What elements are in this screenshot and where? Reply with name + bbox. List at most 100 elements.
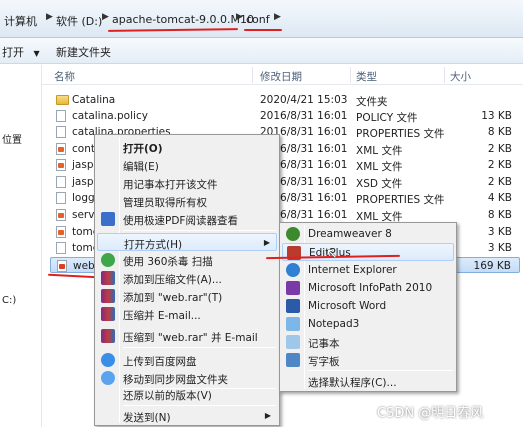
nav-item-location[interactable]: 位置 <box>2 131 22 146</box>
menu-item-360-scan[interactable]: 使用 360杀毒 扫描 <box>97 251 277 269</box>
menu-item-label: Internet Explorer <box>308 264 397 276</box>
table-row[interactable]: catalina.policy 2016/8/31 16:01 POLICY 文… <box>50 108 520 124</box>
file-name: catalina.policy <box>72 110 148 122</box>
file-icon <box>56 126 66 138</box>
menu-item-wordpad[interactable]: 写字板 <box>282 351 454 369</box>
menu-item-open[interactable]: 打开(O) <box>97 138 277 156</box>
menu-item-label: 添加到压缩文件(A)... <box>123 274 222 286</box>
file-type: 文件夹 <box>356 96 388 108</box>
winrar-icon <box>101 271 115 285</box>
column-header-date[interactable]: 修改日期 <box>260 69 302 84</box>
file-icon <box>56 110 66 122</box>
menu-item-label: 使用 360杀毒 扫描 <box>123 256 213 268</box>
file-size: 2 KB <box>487 159 512 171</box>
menu-item-add-archive[interactable]: 添加到压缩文件(A)... <box>97 269 277 287</box>
menu-item-label: 记事本 <box>308 338 340 350</box>
file-size: 2 KB <box>487 176 512 188</box>
menu-item-label: 还原以前的版本(V) <box>123 390 212 402</box>
column-divider[interactable] <box>350 67 351 83</box>
menu-item-internet-explorer[interactable]: Internet Explorer <box>282 261 454 279</box>
file-date: 2020/4/21 15:03 <box>260 94 348 106</box>
infopath-icon <box>286 281 300 295</box>
menu-item-open-notepad[interactable]: 用记事本打开该文件 <box>97 174 277 192</box>
notepad-icon <box>286 335 300 349</box>
navigation-pane[interactable]: 位置 C:) <box>0 65 42 427</box>
context-menu: 打开(O) 编辑(E) 用记事本打开该文件 管理员取得所有权 使用极速PDF阅读… <box>94 134 280 426</box>
notepad3-icon <box>286 317 300 331</box>
menu-item-dreamweaver[interactable]: Dreamweaver 8 <box>282 225 454 243</box>
file-size: 8 KB <box>487 209 512 221</box>
file-icon <box>56 192 66 204</box>
file-type: XML 文件 <box>356 161 403 173</box>
open-button-label: 打开 <box>2 46 24 59</box>
breadcrumb-separator-icon[interactable]: ▶ <box>102 12 109 22</box>
submenu-arrow-icon: ▶ <box>263 238 270 247</box>
menu-item-label: 发送到(N) <box>123 412 171 424</box>
file-name: Catalina <box>72 94 116 106</box>
annotation-underline <box>47 273 99 279</box>
menu-item-notepad3[interactable]: Notepad3 <box>282 315 454 333</box>
menu-item-compress-web-rar-email[interactable]: 压缩到 "web.rar" 并 E-mail <box>97 327 277 345</box>
menu-item-label: 使用极速PDF阅读器查看 <box>123 215 238 227</box>
menu-item-label: Dreamweaver 8 <box>308 228 392 240</box>
menu-item-restore-versions[interactable]: 还原以前的版本(V) <box>97 385 277 403</box>
menu-item-notepad[interactable]: 记事本 <box>282 333 454 351</box>
menu-item-infopath[interactable]: Microsoft InfoPath 2010 <box>282 279 454 297</box>
file-list-header: 名称 修改日期 类型 大小 <box>42 65 523 85</box>
column-header-name[interactable]: 名称 <box>54 69 75 84</box>
menu-item-take-ownership[interactable]: 管理员取得所有权 <box>97 192 277 210</box>
file-size: 8 KB <box>487 126 512 138</box>
submenu-arrow-icon: ▶ <box>264 411 271 420</box>
address-bar[interactable]: 计算机 ▶ 软件 (D:) ▶ apache-tomcat-9.0.0.M10 … <box>0 0 523 38</box>
menu-item-baidu-upload[interactable]: 上传到百度网盘 <box>97 351 277 369</box>
table-row[interactable]: Catalina 2020/4/21 15:03 文件夹 <box>50 92 520 108</box>
file-size: 3 KB <box>487 242 512 254</box>
menu-item-label: 压缩并 E-mail... <box>123 310 201 322</box>
menu-item-compress-email[interactable]: 压缩并 E-mail... <box>97 305 277 323</box>
menu-separator <box>123 405 276 406</box>
menu-item-label: 添加到 "web.rar"(T) <box>123 292 223 304</box>
breadcrumb-separator-icon[interactable]: ▶ <box>236 12 243 22</box>
menu-item-open-with[interactable]: 打开方式(H) ▶ <box>97 233 277 251</box>
menu-item-pdf-reader[interactable]: 使用极速PDF阅读器查看 <box>97 210 277 228</box>
menu-separator <box>123 230 276 231</box>
chevron-down-icon: ▼ <box>33 49 40 58</box>
nav-item-drive-c[interactable]: C:) <box>2 295 16 306</box>
breadcrumb-drive[interactable]: 软件 (D:) <box>56 13 102 29</box>
menu-item-label: 管理员取得所有权 <box>123 197 207 209</box>
open-button[interactable]: 打开 ▼ <box>2 44 40 60</box>
file-size: 2 KB <box>487 143 512 155</box>
column-header-size[interactable]: 大小 <box>450 69 471 84</box>
watermark: CSDN @明日春风 <box>377 406 484 421</box>
menu-item-edit[interactable]: 编辑(E) <box>97 156 277 174</box>
xml-file-icon <box>57 260 67 272</box>
column-divider[interactable] <box>252 67 253 83</box>
menu-item-send-to[interactable]: 发送到(N) ▶ <box>97 407 277 425</box>
file-size: 169 KB <box>473 260 511 272</box>
breadcrumb-separator-icon[interactable]: ▶ <box>274 12 281 22</box>
new-folder-button[interactable]: 新建文件夹 <box>56 44 111 60</box>
winrar-icon <box>101 307 115 321</box>
file-size: 13 KB <box>481 110 512 122</box>
file-date: 2016/8/31 16:01 <box>260 110 348 122</box>
cloud-icon <box>101 353 115 367</box>
dreamweaver-icon <box>286 227 300 241</box>
xml-file-icon <box>56 226 66 238</box>
column-divider[interactable] <box>444 67 445 83</box>
menu-item-add-web-rar[interactable]: 添加到 "web.rar"(T) <box>97 287 277 305</box>
folder-icon <box>56 95 69 105</box>
column-header-type[interactable]: 类型 <box>356 69 377 84</box>
breadcrumb-computer[interactable]: 计算机 <box>4 13 37 29</box>
file-type: POLICY 文件 <box>356 112 418 124</box>
breadcrumb-conf[interactable]: conf <box>246 13 270 26</box>
pdf-reader-icon <box>101 212 115 226</box>
menu-item-choose-default[interactable]: 选择默认程序(C)... <box>282 372 454 390</box>
file-name: jaspi <box>72 176 97 188</box>
menu-item-label: 上传到百度网盘 <box>123 356 197 368</box>
internet-explorer-icon <box>286 263 300 277</box>
breadcrumb-tomcat[interactable]: apache-tomcat-9.0.0.M10 <box>112 13 254 26</box>
xml-file-icon <box>56 143 66 155</box>
file-icon <box>56 176 66 188</box>
breadcrumb-separator-icon[interactable]: ▶ <box>46 12 53 22</box>
menu-item-word[interactable]: Microsoft Word <box>282 297 454 315</box>
